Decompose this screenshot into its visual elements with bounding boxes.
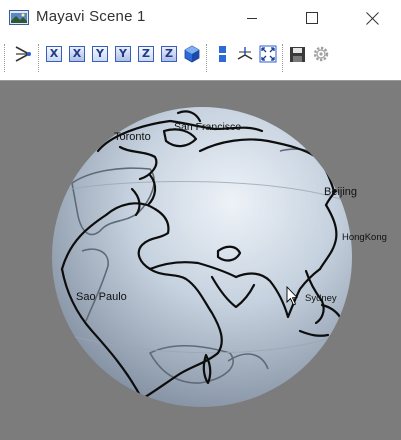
view-z-plus-icon: Z [138, 46, 154, 62]
city-label-san-francisco: San Francisco [174, 121, 241, 133]
view-x-minus-icon: X [69, 46, 85, 62]
pipeline-button[interactable] [13, 44, 33, 64]
isometric-view-button[interactable] [182, 44, 202, 64]
city-label-hongkong: HongKong [342, 232, 387, 243]
maximize-button[interactable] [289, 0, 335, 36]
parallel-projection-icon [219, 46, 226, 62]
city-label-sao-paulo: Sao Paulo [76, 291, 127, 303]
scene-toolbar: X X Y Y Z Z [0, 36, 401, 80]
toolbar-separator [282, 44, 285, 72]
axes-indicator-button[interactable] [235, 44, 255, 64]
settings-gear-icon [313, 46, 329, 62]
view-z-minus-icon: Z [161, 46, 177, 62]
save-icon [289, 46, 305, 62]
pipeline-icon [15, 46, 31, 62]
view-y-plus-icon: Y [92, 46, 108, 62]
title-bar[interactable]: Mayavi Scene 1 [0, 0, 401, 36]
view-z-minus-button[interactable]: Z [159, 44, 179, 64]
fullscreen-icon [259, 45, 277, 63]
mayavi-window: Mayavi Scene 1 X X Y Y Z Z San Francisco… [0, 0, 401, 440]
toolbar-separator [38, 44, 41, 72]
view-x-minus-button[interactable]: X [67, 44, 87, 64]
axes-indicator-icon [237, 47, 253, 60]
globe-scene: San Francisco Toronto Beijing HongKong S… [52, 107, 387, 407]
close-button[interactable] [349, 0, 395, 36]
window-title: Mayavi Scene 1 [36, 8, 146, 25]
mayavi-app-icon [9, 10, 29, 25]
view-y-plus-button[interactable]: Y [90, 44, 110, 64]
view-x-plus-icon: X [46, 46, 62, 62]
city-label-sydney: Sydney [305, 293, 337, 304]
toolbar-separator [206, 44, 209, 72]
toolbar-grip[interactable] [4, 44, 7, 72]
parallel-projection-button[interactable] [212, 44, 232, 64]
maximize-icon [306, 12, 318, 24]
city-label-toronto: Toronto [114, 131, 151, 143]
save-button[interactable] [287, 44, 307, 64]
fullscreen-button[interactable] [258, 44, 278, 64]
view-x-plus-button[interactable]: X [44, 44, 64, 64]
minimize-icon [247, 18, 257, 19]
view-z-plus-button[interactable]: Z [136, 44, 156, 64]
city-label-beijing: Beijing [324, 186, 357, 198]
render-viewport[interactable]: San Francisco Toronto Beijing HongKong S… [0, 80, 401, 440]
view-y-minus-button[interactable]: Y [113, 44, 133, 64]
isometric-view-icon [184, 45, 200, 63]
minimize-button[interactable] [229, 0, 275, 36]
view-y-minus-icon: Y [115, 46, 131, 62]
settings-button[interactable] [311, 44, 331, 64]
close-icon [365, 11, 379, 25]
